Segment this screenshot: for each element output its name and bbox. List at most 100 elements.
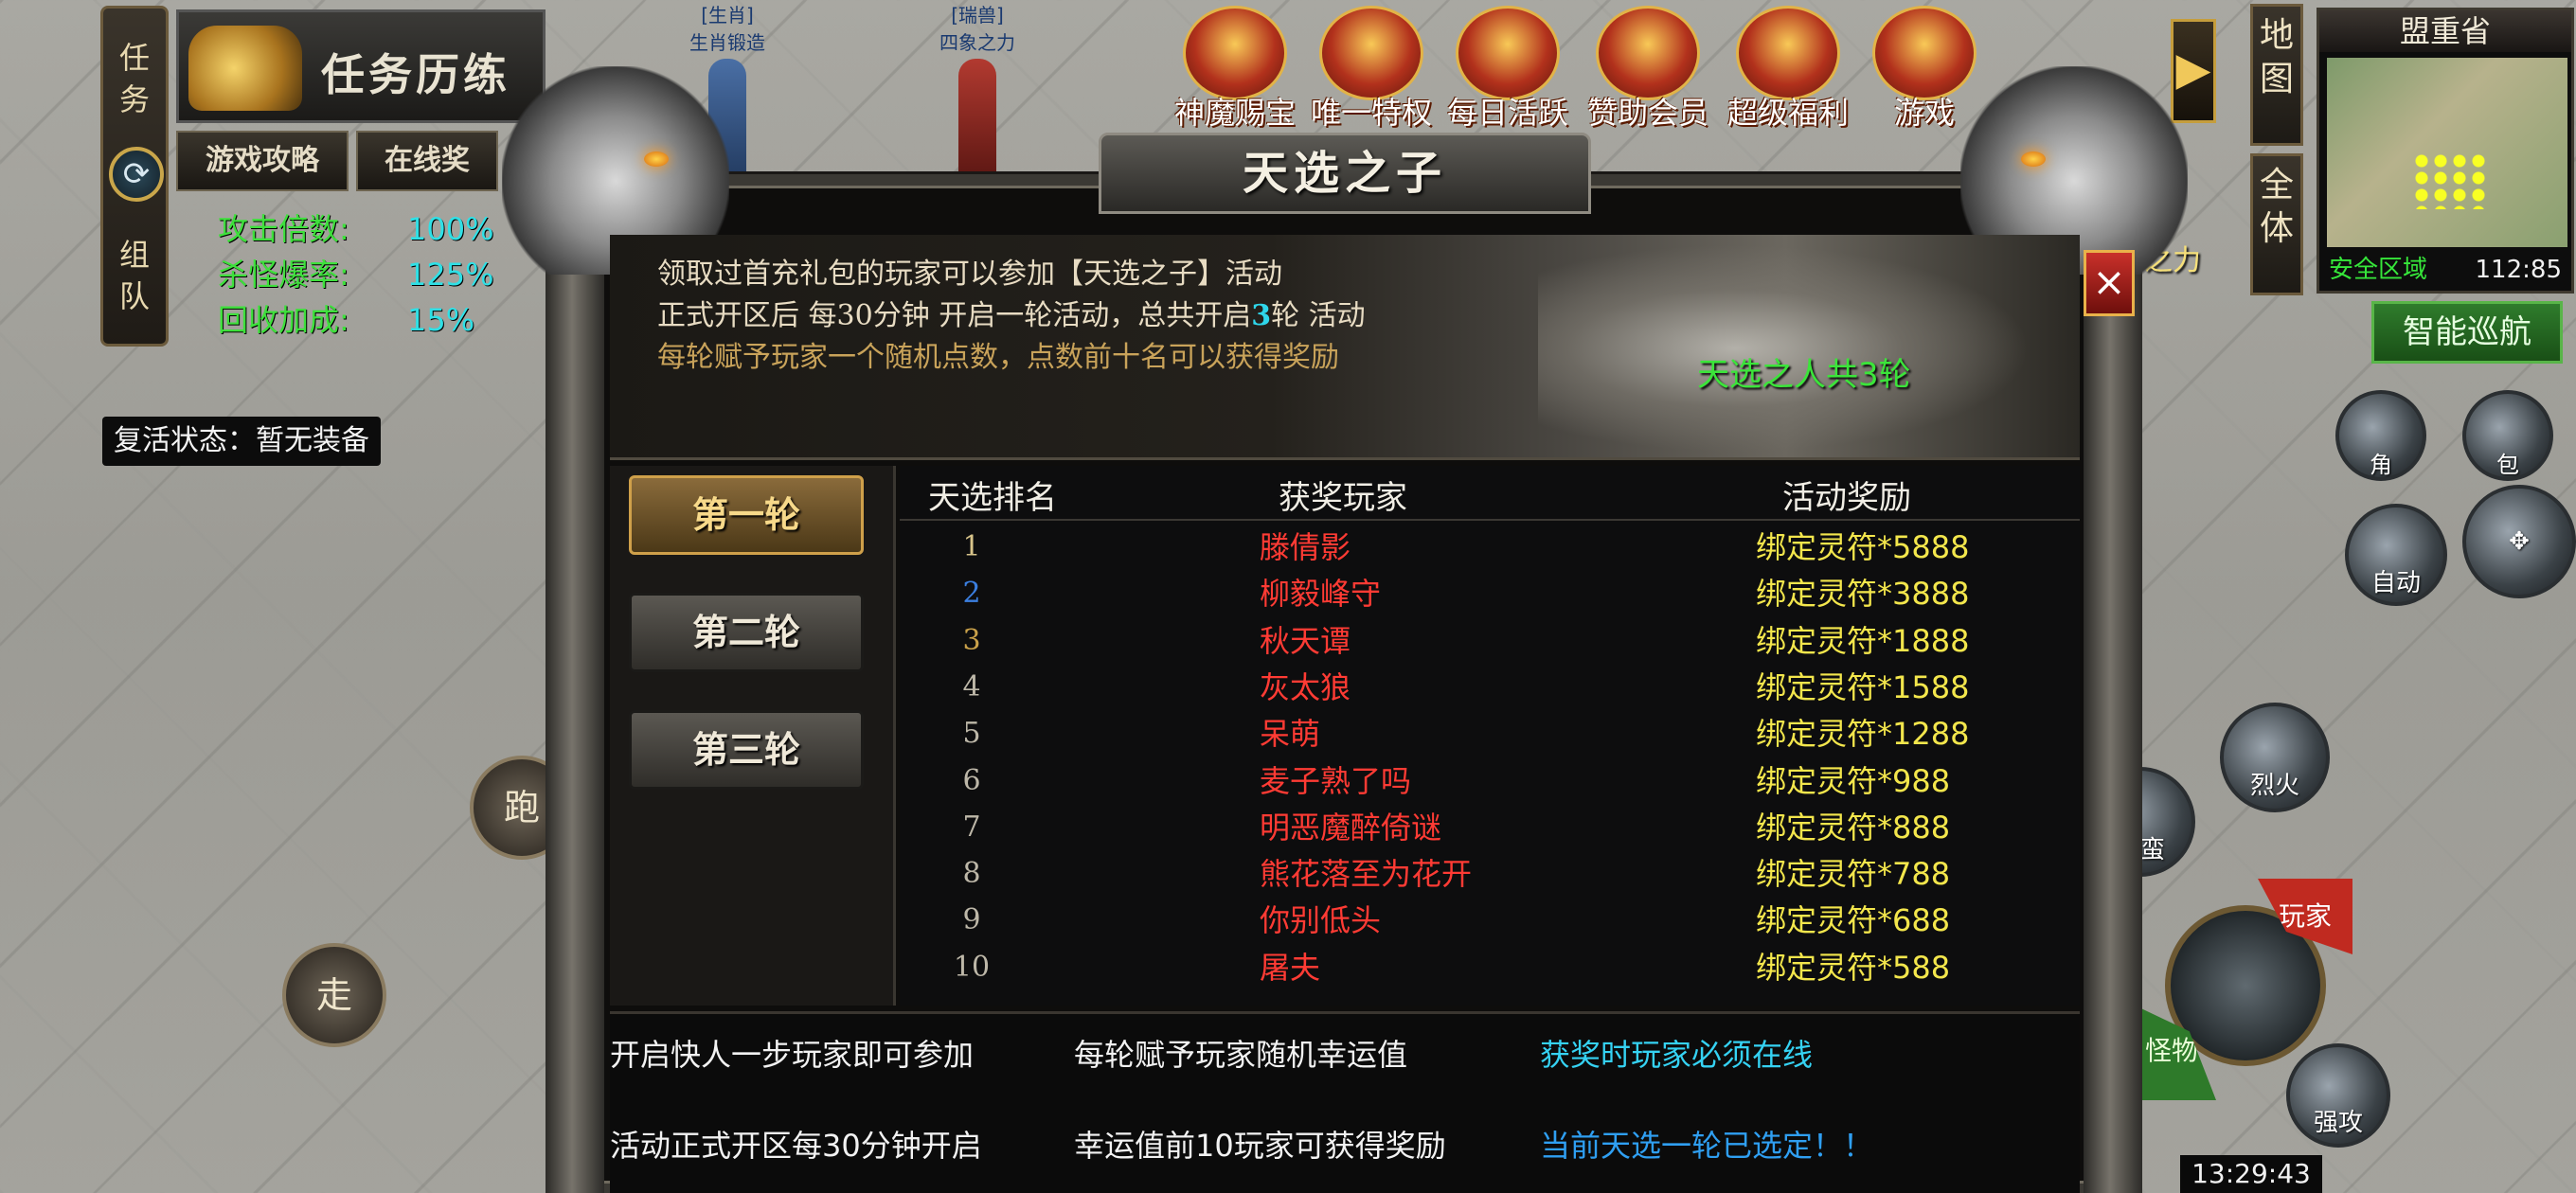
rank-cell: 9 [962, 903, 981, 937]
top-icon-label: 超级福利 [1726, 95, 1849, 131]
player-markers [2412, 152, 2488, 209]
crown-icon [1319, 6, 1423, 100]
icon-divine-gift[interactable]: 神魔赐宝 [1169, 6, 1301, 133]
team-tab[interactable]: 组队 [103, 234, 166, 317]
rank-cell: 8 [962, 857, 981, 891]
table-row: 5 呆萌 绑定灵符*1288 [900, 711, 2080, 757]
rank-cell: 3 [962, 623, 981, 657]
move-joystick-icon[interactable]: ✥ [2462, 485, 2576, 598]
quest-tab[interactable]: 任务 [103, 37, 166, 120]
table-row: 7 明恶魔醉倚谜 绑定灵符*888 [900, 805, 2080, 851]
tab-round-1[interactable]: 第一轮 [629, 475, 864, 555]
close-button[interactable]: × [2084, 250, 2135, 316]
table-row: 1 滕倩影 绑定灵符*5888 [900, 525, 2080, 571]
chosen-one-dialog: 天选之子 × 领取过首充礼包的玩家可以参加【天选之子】活动 正式开区后 每30分… [502, 66, 2188, 1193]
ranking-table: 天选排名 获奖玩家 活动奖励 1 滕倩影 绑定灵符*5888 2 柳毅峰守 绑定灵符*38… [900, 466, 2080, 1006]
npc-title: [瑞兽] [951, 4, 1004, 27]
minimap-footer: 安全区域 112:85 [2319, 249, 2571, 291]
minimap[interactable]: 盟重省 安全区域 112:85 [2317, 8, 2574, 294]
all-channel-label: 全体 [2260, 166, 2295, 248]
table-row: 8 熊花落至为花开 绑定灵符*788 [900, 851, 2080, 898]
stat-value: 125% [407, 257, 494, 293]
tab-round-2[interactable]: 第二轮 [629, 593, 864, 672]
coordinates: 112:85 [2475, 256, 2562, 284]
header-reward: 活动奖励 [1782, 479, 1911, 517]
rank-cell: 2 [962, 577, 981, 611]
icon-daily-activity[interactable]: 每日活跃 [1441, 6, 1574, 133]
reward-cell: 绑定灵符*1588 [1756, 668, 1970, 705]
note-luck: 每轮赋予玩家随机幸运值 [1074, 1037, 1408, 1073]
player-cell: 麦子熟了吗 [1260, 762, 1412, 799]
scroll-icon [1456, 6, 1560, 100]
rank-cell: 7 [962, 810, 981, 844]
strong-attack-button[interactable]: 强攻 [2286, 1043, 2390, 1148]
note-top10: 幸运值前10玩家可获得奖励 [1074, 1128, 1446, 1164]
gift-icon [1183, 6, 1287, 100]
table-row: 6 麦子熟了吗 绑定灵符*988 [900, 758, 2080, 805]
map-name: 盟重省 [2319, 10, 2571, 52]
stat-label: 杀怪爆率: [218, 257, 349, 293]
player-cell: 熊花落至为花开 [1260, 856, 1473, 893]
stat-row: 杀怪爆率: 125% [218, 252, 493, 297]
minimap-view[interactable] [2327, 58, 2567, 247]
stat-label: 回收加成: [218, 302, 349, 338]
all-channel-button[interactable]: 全体 [2250, 153, 2303, 295]
top-icon-label: 赞助会员 [1586, 95, 1708, 131]
icon-super-welfare[interactable]: 超级福利 [1722, 6, 1854, 133]
intro-line-2: 正式开区后 每30分钟 开启一轮活动，总共开启3轮 活动 [657, 292, 1366, 333]
icon-sponsor-member[interactable]: 赞助会员 [1582, 6, 1714, 133]
game-guide-button[interactable]: 游戏攻略 [176, 131, 349, 191]
total-rounds-label: 天选之人共3轮 [1697, 356, 1911, 394]
rank-cell: 1 [962, 530, 981, 563]
note-online: 获奖时玩家必须在线 [1540, 1037, 1814, 1073]
top-icon-label: 唯一特权 [1310, 95, 1432, 131]
stat-row: 回收加成: 15% [218, 297, 483, 343]
intro-line-1: 领取过首充礼包的玩家可以参加【天选之子】活动 [657, 258, 1282, 291]
table-row: 10 屠夫 绑定灵符*588 [900, 945, 2080, 991]
stat-label: 攻击倍数: [218, 211, 349, 247]
quest-banner-title: 任务历练 [321, 49, 510, 100]
dragon-eye [644, 151, 669, 167]
refresh-icon[interactable]: ⟳ [109, 147, 164, 202]
player-cell: 呆萌 [1260, 716, 1321, 753]
player-cell: 你别低头 [1260, 902, 1382, 939]
rank-cell: 6 [962, 763, 981, 797]
giftbox-icon [1736, 6, 1840, 100]
header-rank: 天选排名 [928, 479, 1057, 517]
top-icon-label: 每日活跃 [1446, 95, 1568, 131]
quest-banner[interactable]: 任务历练 [176, 9, 546, 123]
rank-cell: 10 [953, 950, 991, 984]
skill-fire-button[interactable]: 烈火 [2220, 703, 2330, 812]
character-button[interactable]: 角 [2335, 390, 2426, 481]
reward-cell: 绑定灵符*988 [1756, 762, 1951, 799]
header-divider [900, 519, 2080, 521]
map-button[interactable]: 地图 [2250, 4, 2303, 146]
npc-name: 四象之力 [939, 31, 1015, 54]
rank-cell: 5 [962, 717, 981, 751]
icon-unique-privilege[interactable]: 唯一特权 [1305, 6, 1438, 133]
header-player: 获奖玩家 [1279, 479, 1407, 517]
strong-attack-label: 强攻 [2313, 1109, 2363, 1137]
clock: 13:29:43 [2180, 1155, 2322, 1193]
round-tabs: 第一轮 第二轮 第三轮 [610, 466, 896, 1006]
team-tab-label: 组队 [119, 237, 151, 314]
intro-line-2-a: 正式开区后 每30分钟 开启一轮活动，总共开启 [657, 299, 1252, 332]
reward-cell: 绑定灵符*688 [1756, 902, 1951, 939]
dialog-title: 天选之子 [1242, 147, 1447, 200]
online-reward-button[interactable]: 在线奖 [356, 131, 498, 191]
stat-value: 100% [407, 211, 494, 247]
note-schedule: 活动正式开区每30分钟开启 [610, 1128, 982, 1164]
note-join: 开启快人一步玩家即可参加 [610, 1037, 975, 1073]
reward-cell: 绑定灵符*788 [1756, 856, 1951, 893]
rank-cell: 4 [962, 669, 981, 703]
tab-round-3[interactable]: 第三轮 [629, 710, 864, 790]
auto-button[interactable]: 自动 [2345, 504, 2447, 606]
quest-side-tabs: 任务 ⟳ 组队 [100, 6, 169, 347]
bag-button[interactable]: 包 [2462, 390, 2553, 481]
dragon-eye [2021, 151, 2046, 167]
npc-name: 生肖锻造 [689, 31, 765, 54]
table-row: 4 灰太狼 绑定灵符*1588 [900, 665, 2080, 711]
reward-cell: 绑定灵符*1888 [1756, 622, 1970, 659]
auto-navigate-button[interactable]: 智能巡航 [2371, 301, 2563, 364]
walk-button[interactable]: 走 [282, 943, 386, 1047]
